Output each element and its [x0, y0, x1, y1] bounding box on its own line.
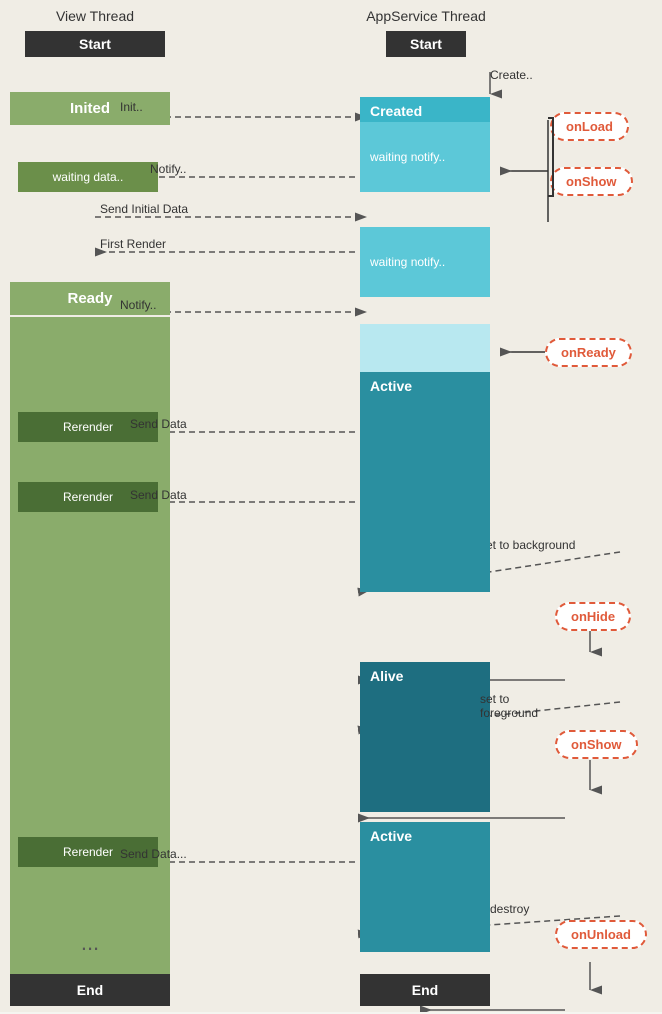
- created-block: Created: [360, 97, 490, 125]
- onshow2-callback: onShow: [555, 730, 638, 759]
- send-data1-label: Send Data: [130, 417, 187, 431]
- create-label: Create..: [490, 68, 533, 82]
- send-data2-label: Send Data: [130, 488, 187, 502]
- send-initial-label: Send Initial Data: [100, 202, 188, 216]
- view-thread-header: View Thread: [0, 8, 190, 24]
- active-block2: Active: [360, 822, 490, 952]
- onshow1-callback: onShow: [550, 167, 633, 196]
- app-end-box: End: [360, 974, 490, 1006]
- notify1-label: Notify..: [150, 162, 186, 176]
- callback-bracket: [548, 117, 554, 197]
- active-label: Active: [370, 378, 412, 394]
- init-label: Init..: [120, 100, 143, 114]
- onready-callback: onReady: [545, 338, 632, 367]
- light-blue-block: [360, 324, 490, 372]
- onload-callback: onLoad: [550, 112, 629, 141]
- set-foreground-label: set to foreground: [480, 692, 538, 720]
- set-background-label: set to background: [480, 538, 575, 552]
- app-thread-header: AppService Thread: [190, 8, 662, 24]
- alive-block: Alive: [360, 662, 490, 812]
- alive-label: Alive: [370, 668, 403, 684]
- view-start-box: Start: [25, 31, 165, 57]
- onunload-callback: onUnload: [555, 920, 647, 949]
- inited-state: Inited: [10, 92, 170, 125]
- send-data3-label: Send Data...: [120, 847, 187, 861]
- waiting-data-state: waiting data..: [18, 162, 158, 192]
- waiting-notify1-block: waiting notify..: [360, 122, 490, 192]
- active-block: Active: [360, 372, 490, 592]
- active2-label: Active: [370, 828, 412, 844]
- view-dots: ...: [10, 930, 170, 956]
- first-render-label: First Render: [100, 237, 166, 251]
- view-end-box: End: [10, 974, 170, 1006]
- onhide-callback: onHide: [555, 602, 631, 631]
- destroy-label: destroy: [490, 902, 529, 916]
- app-start-box: Start: [386, 31, 466, 57]
- notify2-label: Notify..: [120, 298, 156, 312]
- waiting-notify2-block: waiting notify..: [360, 227, 490, 297]
